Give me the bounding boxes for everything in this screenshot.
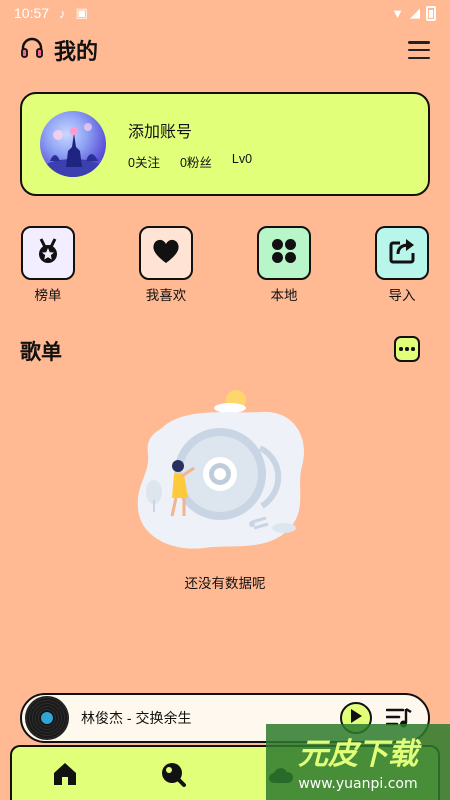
playlists-title: 歌单 bbox=[20, 341, 62, 364]
menu-button[interactable] bbox=[408, 41, 430, 59]
header: 我的 bbox=[20, 34, 430, 66]
menu-line bbox=[408, 56, 430, 59]
empty-state-illustration bbox=[134, 388, 310, 559]
quick-action-import[interactable]: 导入 bbox=[374, 226, 430, 304]
page-title: 我的 bbox=[54, 39, 99, 64]
charts-icon-box bbox=[21, 226, 75, 280]
signal-icon: ◢ bbox=[410, 5, 420, 20]
quick-action-local[interactable]: 本地 bbox=[256, 226, 312, 304]
medal-icon bbox=[33, 236, 63, 271]
empty-state-text: 还没有数据呢 bbox=[184, 576, 266, 591]
account-stats: 0关注 0粉丝 Lv0 bbox=[128, 152, 252, 171]
menu-line bbox=[408, 41, 430, 44]
quick-action-label: 本地 bbox=[270, 288, 298, 303]
more-dot bbox=[399, 347, 403, 351]
playlists-more-button[interactable] bbox=[394, 336, 420, 362]
wifi-icon: ▼ bbox=[391, 5, 404, 21]
avatar[interactable] bbox=[40, 111, 106, 177]
watermark-brand: 元皮下载 bbox=[298, 737, 422, 772]
album-disc[interactable] bbox=[25, 696, 69, 740]
status-bar: 10:57 ♪ ▣ ▼ ◢ bbox=[0, 0, 450, 26]
watermark-url: www.yuanpi.com bbox=[298, 776, 417, 792]
import-icon-box bbox=[375, 226, 429, 280]
account-info: 添加账号 0关注 0粉丝 Lv0 bbox=[128, 118, 252, 171]
menu-line bbox=[408, 48, 430, 52]
headphones-icon bbox=[20, 36, 44, 65]
notification-icon: ▣ bbox=[75, 5, 88, 20]
local-icon-box bbox=[257, 226, 311, 280]
watermark-logo: 元皮下载 www.yuanpi.com bbox=[266, 724, 450, 800]
more-dot bbox=[405, 347, 409, 351]
quick-action-label: 导入 bbox=[388, 288, 416, 303]
account-name[interactable]: 添加账号 bbox=[128, 118, 252, 142]
grid-icon bbox=[270, 237, 298, 270]
quick-action-favorites[interactable]: 我喜欢 bbox=[138, 226, 194, 304]
now-playing-title[interactable]: 林俊杰 - 交换余生 bbox=[81, 708, 191, 728]
discover-icon[interactable] bbox=[160, 761, 186, 787]
quick-action-label: 我喜欢 bbox=[145, 288, 187, 303]
more-dot bbox=[411, 347, 415, 351]
level-badge: Lv0 bbox=[231, 151, 253, 166]
quick-action-charts[interactable]: 榜单 bbox=[20, 226, 76, 304]
account-card[interactable]: 添加账号 0关注 0粉丝 Lv0 bbox=[20, 92, 430, 196]
home-icon[interactable] bbox=[52, 761, 78, 787]
heart-icon bbox=[151, 237, 181, 270]
battery-icon bbox=[426, 5, 436, 21]
favorites-icon-box bbox=[139, 226, 193, 280]
quick-action-label: 榜单 bbox=[34, 288, 62, 303]
music-note-icon: ♪ bbox=[59, 5, 66, 21]
quick-actions: 榜单 我喜欢 本地 导入 bbox=[0, 226, 450, 306]
status-time: 10:57 bbox=[14, 5, 50, 21]
fans-count[interactable]: 0粉丝 bbox=[180, 152, 212, 171]
following-count[interactable]: 0关注 bbox=[128, 152, 160, 171]
import-icon bbox=[387, 236, 417, 271]
